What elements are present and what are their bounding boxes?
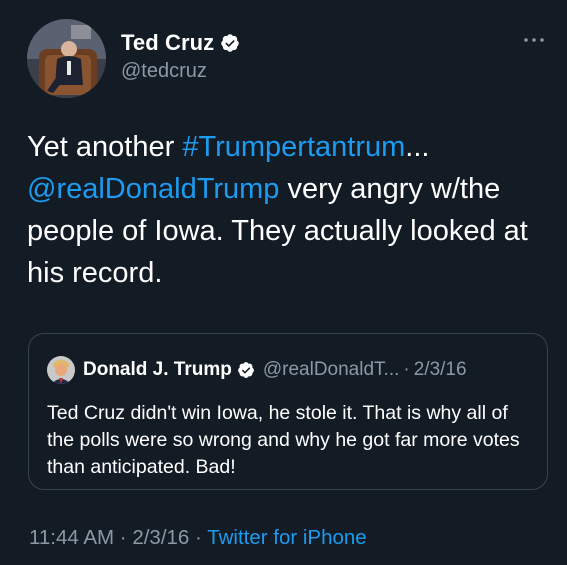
quoted-display-name: Donald J. Trump [83, 359, 232, 380]
more-horizontal-icon[interactable] [520, 30, 548, 50]
author-name-row: Ted Cruz [121, 30, 240, 56]
tweet-text-segment: ... [405, 131, 430, 163]
mention-link[interactable]: @realDonaldTrump [27, 173, 279, 205]
trump-avatar-icon [47, 356, 75, 384]
verified-badge-icon [220, 33, 240, 53]
author-avatar[interactable] [27, 19, 106, 98]
author-display-name[interactable]: Ted Cruz [121, 30, 214, 56]
tweet-text: Yet another #Trumpertantrum... @realDonal… [27, 126, 547, 294]
tweet-date[interactable]: 2/3/16 [132, 526, 189, 549]
quoted-date: 2/3/16 [413, 359, 467, 380]
tweet-time[interactable]: 11:44 AM [29, 526, 114, 549]
quoted-tweet-text: Ted Cruz didn't win Iowa, he stole it. T… [47, 402, 520, 478]
tweet-card: Ted Cruz @tedcruz Yet another #Trumperta… [0, 0, 567, 565]
tweet-metadata: 11:44 AM · 2/3/16 · Twitter for iPhone [29, 526, 367, 550]
quoted-tweet-header: Donald J. Trump @realDonaldT... · 2/3/16 [47, 356, 467, 384]
tweet-text-segment: Yet another [27, 131, 183, 163]
separator-dot: · [403, 359, 410, 380]
tweet-source-link[interactable]: Twitter for iPhone [207, 526, 367, 549]
person-on-chair-avatar-icon [27, 19, 106, 98]
quoted-author-avatar[interactable] [47, 356, 75, 384]
quoted-tweet[interactable]: Donald J. Trump @realDonaldT... · 2/3/16… [28, 333, 548, 490]
quoted-handle: @realDonaldT... [262, 359, 400, 380]
separator-dot: · [119, 526, 127, 549]
separator-dot: · [195, 526, 202, 549]
hashtag-link[interactable]: #Trumpertantrum [182, 131, 405, 163]
verified-badge-icon [237, 361, 255, 379]
author-handle[interactable]: @tedcruz [121, 60, 207, 83]
